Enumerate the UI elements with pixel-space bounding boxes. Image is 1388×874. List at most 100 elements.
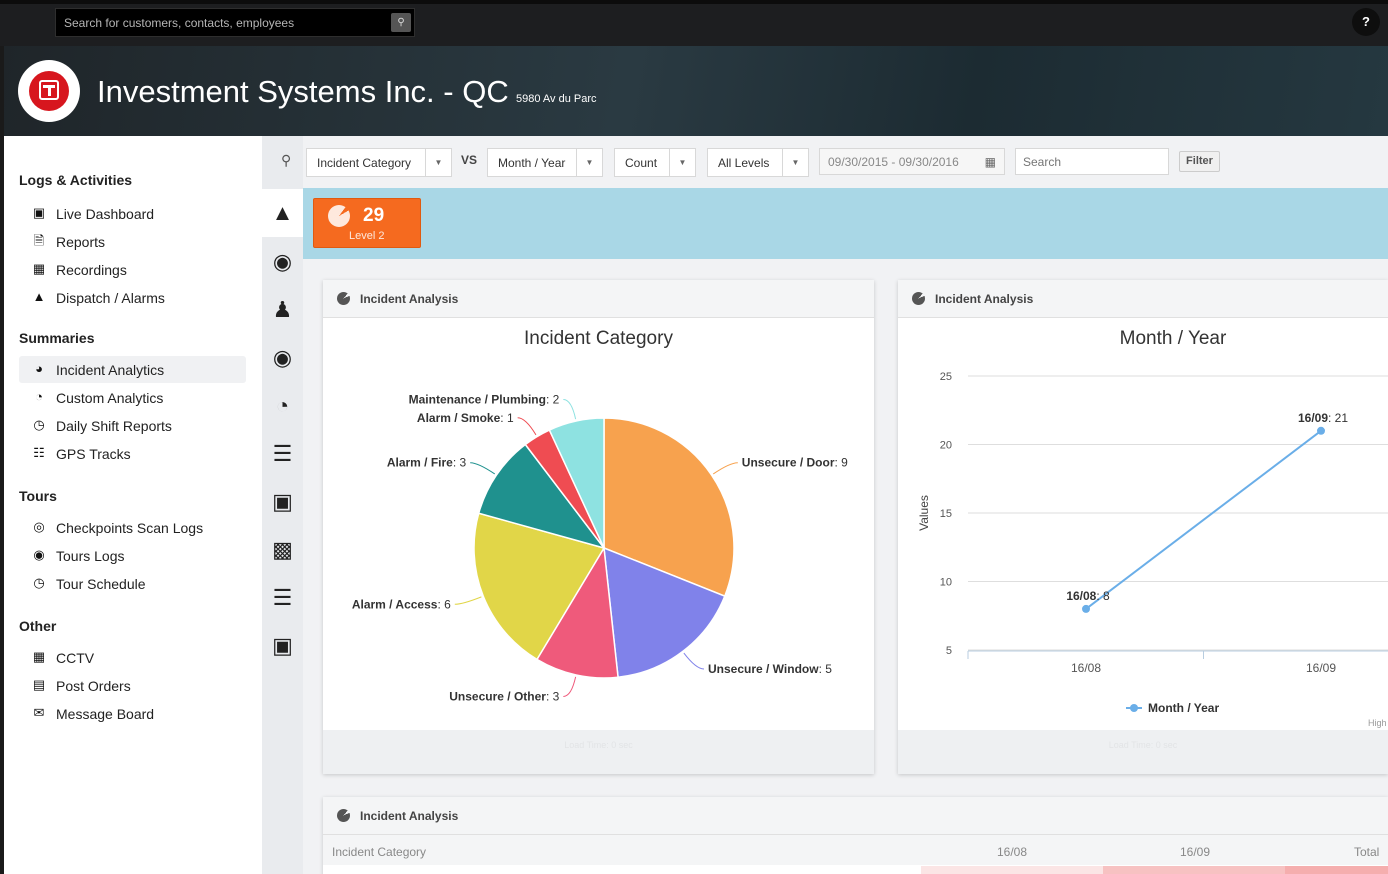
sidebar: Logs & Activities ▣ Live Dashboard 🗎 Repor…	[4, 136, 262, 874]
y-tick-label: 5	[946, 645, 952, 657]
sidebar-section-title: Tours	[19, 488, 57, 504]
line-chart: 5 10 15 20 25 Values 16/08 16/09 16/08: 8 16/09: …	[917, 371, 1388, 728]
y-tick-label: 20	[940, 440, 952, 452]
column-header[interactable]: 16/08	[997, 845, 1027, 859]
sidebar-item-message-board[interactable]: ✉ Message Board	[19, 700, 246, 727]
x-tick-label: 16/08	[1071, 661, 1101, 675]
pie-chart-icon	[912, 292, 925, 305]
pie-connector	[517, 417, 537, 436]
clock-icon: ◷	[33, 417, 45, 432]
sidebar-item-reports[interactable]: 🗎 Reports	[19, 228, 246, 255]
company-address: 5980 Av du Parc	[516, 93, 597, 105]
top-bar: ⚲ ?	[0, 0, 1388, 46]
vs-label: VS	[461, 153, 478, 167]
level-select[interactable]: All Levels ▼	[707, 148, 809, 177]
globe-icon[interactable]: ◉	[262, 334, 303, 382]
y-axis-label: Values	[917, 495, 931, 531]
pie-connector	[470, 462, 496, 475]
sidebar-item-post-orders[interactable]: ▤ Post Orders	[19, 672, 246, 699]
pie-data-label: Unsecure / Other: 3	[449, 689, 559, 703]
sidebar-section-title: Logs & Activities	[19, 172, 133, 188]
filter-search-input[interactable]	[1015, 148, 1169, 175]
sidebar-item-recordings[interactable]: ▦ Recordings	[19, 256, 246, 283]
sidebar-item-dispatch-alarms[interactable]: ▲ Dispatch / Alarms	[19, 284, 246, 311]
pie-data-label: Maintenance / Plumbing: 2	[409, 393, 560, 407]
column-header[interactable]: Incident Category	[332, 845, 426, 859]
pie-connector	[712, 462, 738, 475]
column-header[interactable]: Total	[1354, 845, 1379, 859]
pie-chart-icon[interactable]: ◔	[262, 382, 303, 430]
pie-connector	[563, 399, 577, 420]
company-logo	[18, 60, 80, 122]
list-icon[interactable]: ☰	[262, 430, 303, 478]
sidebar-section-title: Summaries	[19, 330, 95, 346]
warning-icon[interactable]: ▲	[262, 189, 303, 237]
heat-cell	[1285, 866, 1388, 874]
data-point[interactable]	[1082, 604, 1090, 613]
global-search-input[interactable]	[56, 9, 388, 36]
sidebar-item-live-dashboard[interactable]: ▣ Live Dashboard	[19, 200, 246, 227]
series-line	[1085, 430, 1322, 610]
sidebar-item-cctv[interactable]: ▦ CCTV	[19, 644, 246, 671]
sidebar-item-gps-tracks[interactable]: ☷ GPS Tracks	[19, 440, 246, 467]
calendar-grid-icon[interactable]: ▩	[262, 526, 303, 574]
point-label: 16/09: 21	[1298, 411, 1348, 425]
search-icon[interactable]: ⚲	[391, 13, 411, 32]
legend-label[interactable]: Month / Year	[1148, 701, 1219, 715]
search-icon: ⚲	[281, 152, 292, 168]
help-button[interactable]: ?	[1352, 8, 1380, 36]
pie-chart-icon: ◕	[35, 361, 43, 376]
globe-icon[interactable]: ◉	[262, 238, 303, 286]
monitor-icon: ▣	[32, 205, 46, 220]
metric-select[interactable]: Count ▼	[614, 148, 696, 177]
sidebar-item-daily-shift-reports[interactable]: ◷ Daily Shift Reports	[19, 412, 246, 439]
panel-footer: Load Time: 0 sec	[898, 730, 1388, 774]
sidebar-item-checkpoints-scan-logs[interactable]: ◎ Checkpoints Scan Logs	[19, 514, 246, 541]
pie-connector	[454, 596, 482, 605]
date-range-input[interactable]: 09/30/2015 - 09/30/2016 ▦	[819, 148, 1005, 175]
level-count: 29	[363, 205, 385, 226]
table-header: Incident Category 16/08 16/09 Total	[323, 835, 1388, 865]
filter-button[interactable]: Filter	[1179, 151, 1220, 172]
sidebar-item-tours-logs[interactable]: ◉ Tours Logs	[19, 542, 246, 569]
sidebar-item-incident-analytics[interactable]: ◕ Incident Analytics	[19, 356, 246, 383]
calendar-icon[interactable]: ▣	[262, 478, 303, 526]
pie-data-label: Unsecure / Door: 9	[742, 456, 848, 470]
panel-footer: Load Time: 0 sec	[323, 730, 874, 774]
pie-connector	[683, 652, 705, 670]
sidebar-section-title: Other	[19, 618, 57, 634]
sidebar-item-tour-schedule[interactable]: ◷ Tour Schedule	[19, 570, 246, 597]
panel-header: Incident Analysis	[898, 280, 1388, 318]
user-icon[interactable]: ♟	[262, 286, 303, 334]
pie-data-label: Unsecure / Window: 5	[708, 662, 832, 676]
pie-chart-icon: ◔	[35, 389, 43, 404]
list-icon[interactable]: ☰	[262, 574, 303, 622]
film-icon: ▦	[32, 261, 46, 276]
y-tick-label: 15	[940, 508, 952, 520]
pie-chart-icon	[328, 205, 350, 227]
y-tick-label: 10	[940, 577, 952, 589]
pie-panel: Incident Analysis Incident Category Unse…	[323, 280, 874, 774]
level-band: 29 Level 2	[303, 188, 1388, 259]
panel-header: Incident Analysis	[323, 280, 874, 318]
warning-icon: ▲	[32, 289, 46, 304]
period-select[interactable]: Month / Year ▼	[487, 148, 603, 177]
data-point[interactable]	[1317, 426, 1325, 435]
clock-icon: ◷	[33, 575, 45, 590]
film-icon: ▦	[32, 649, 46, 664]
pie-chart-icon	[337, 292, 350, 305]
sidebar-item-custom-analytics[interactable]: ◔ Custom Analytics	[19, 384, 246, 411]
column-header[interactable]: 16/09	[1180, 845, 1210, 859]
site-header: Investment Systems Inc. - QC 5980 Av du …	[4, 46, 1388, 136]
chevron-down-icon: ▼	[669, 149, 695, 176]
filter-bar: ⚲ Incident Category ▼ VS Month / Year ▼ Co…	[281, 136, 1388, 188]
envelope-icon: ✉	[33, 705, 45, 720]
level-badge[interactable]: 29 Level 2	[313, 198, 421, 248]
pie-connector	[563, 676, 577, 697]
heat-cell	[1103, 866, 1285, 874]
y-tick-label: 25	[940, 371, 952, 383]
panel-header: Incident Analysis	[323, 797, 1388, 835]
chevron-down-icon: ▼	[576, 149, 602, 176]
category-select[interactable]: Incident Category ▼	[306, 148, 452, 177]
calendar-icon[interactable]: ▣	[262, 622, 303, 670]
